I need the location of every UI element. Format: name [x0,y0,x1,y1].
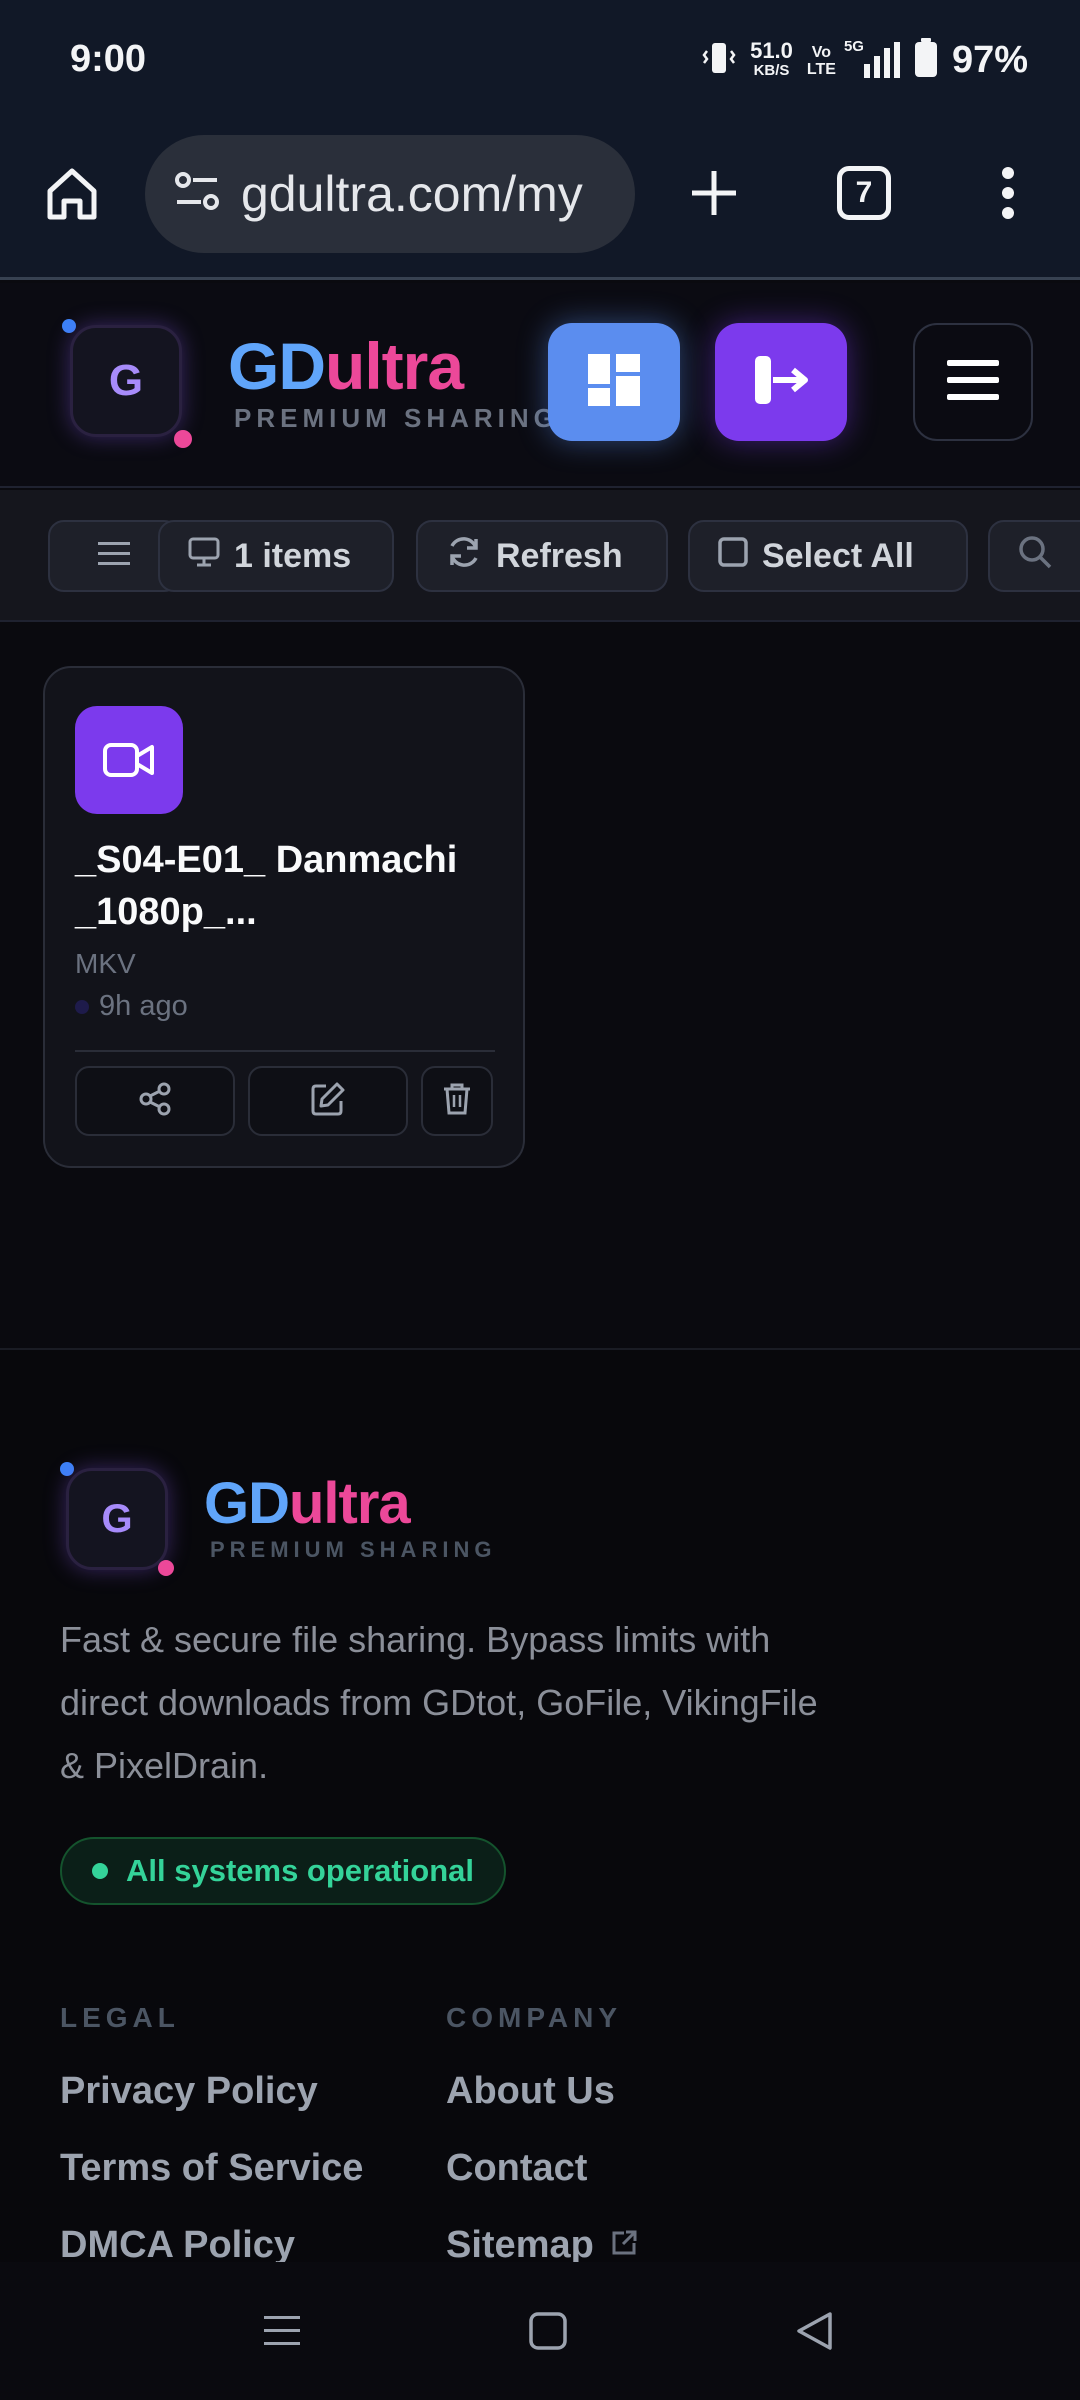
site-settings-icon[interactable] [173,170,221,219]
refresh-button[interactable]: Refresh [416,520,668,592]
refresh-label: Refresh [496,536,623,575]
volte-indicator: Vo LTE [807,44,836,78]
share-icon [138,1082,172,1121]
system-status-badge: All systems operational [60,1837,507,1905]
battery-icon [914,38,938,83]
dashboard-button[interactable] [548,323,680,441]
signal-icon: 5G [844,38,900,80]
file-toolbar: 1 items Refresh Select All [0,490,1080,622]
edit-button[interactable] [248,1066,408,1136]
status-time: 9:00 [70,38,147,80]
system-navigation-bar [0,2262,1080,2400]
dashboard-icon [586,352,642,413]
items-count-badge: 1 items [158,520,394,592]
monitor-icon [188,537,220,576]
footer-logo-dot-pink [158,1560,174,1576]
search-icon [1018,535,1052,578]
external-link-icon [610,2224,638,2267]
footer-description: Fast & secure file sharing. Bypass limit… [60,1619,818,1786]
refresh-icon [446,534,482,579]
logo-dot-blue [62,319,76,333]
system-status-label: All systems operational [126,1853,475,1888]
new-tab-icon[interactable] [676,155,752,231]
tab-switcher-button[interactable]: 7 [826,155,902,231]
video-file-icon [75,706,183,814]
terms-of-service-link[interactable]: Terms of Service [60,2147,363,2190]
sitemap-link[interactable]: Sitemap [446,2224,638,2267]
address-bar[interactable]: gdultra.com/my [145,135,635,253]
about-us-link[interactable]: About Us [446,2070,615,2113]
footer-brand-title: GDultra [204,1470,411,1537]
select-all-button[interactable]: Select All [688,520,968,592]
logo[interactable]: G [70,325,182,437]
file-status-dot [75,999,89,1014]
url-text: gdultra.com/my [241,166,583,222]
select-all-label: Select All [762,536,914,575]
network-speed-unit: KB/S [753,61,790,79]
volte-bottom: LTE [806,60,836,78]
logout-button[interactable] [715,323,847,441]
share-button[interactable] [75,1066,235,1136]
checkbox-icon [718,536,748,576]
home-icon[interactable] [34,155,110,231]
brand-gd: GD [228,329,326,403]
network-type: 5G [843,37,864,55]
list-icon [98,537,130,576]
search-input[interactable] [988,520,1080,592]
logo-letter: G [108,356,144,405]
browser-toolbar: gdultra.com/my 7 [0,125,1080,280]
trash-icon [442,1082,472,1121]
company-heading: COMPANY [446,2002,623,2033]
app-header: G GDultra PREMIUM SHARING [0,283,1080,488]
back-icon[interactable] [784,2306,844,2356]
footer-brand-subtitle: PREMIUM SHARING [210,1537,497,1562]
footer: G GDultra PREMIUM SHARING Fast & secure … [0,1348,1080,2400]
footer-logo-dot-blue [60,1462,74,1476]
logo-dot-pink [174,430,192,448]
contact-link[interactable]: Contact [446,2147,587,2190]
brand-subtitle: PREMIUM SHARING [234,403,559,433]
footer-brand-gd: GD [204,1471,290,1536]
card-divider [75,1050,495,1052]
home-nav-icon[interactable] [518,2306,578,2356]
edit-icon [310,1081,346,1122]
network-speed-value: 51.0 [750,37,793,63]
footer-brand-ultra: ultra [289,1471,411,1536]
volte-top: Vo [811,43,832,61]
tab-count: 7 [837,166,891,220]
footer-logo[interactable]: G [66,1468,168,1570]
brand-title: GDultra [228,328,464,404]
privacy-policy-link[interactable]: Privacy Policy [60,2070,318,2113]
status-bar: 9:00 51.0 KB/S Vo LTE 5G 97% [0,0,1080,125]
network-speed: 51.0 KB/S [750,37,793,81]
hamburger-icon [947,358,999,407]
sitemap-label: Sitemap [446,2224,594,2266]
dmca-policy-link[interactable]: DMCA Policy [60,2224,295,2267]
logout-icon [751,352,811,413]
file-time: 9h ago [75,990,188,1023]
delete-button[interactable] [421,1066,493,1136]
legal-heading: LEGAL [60,2002,180,2033]
status-indicators: 51.0 KB/S Vo LTE 5G 97% [702,38,1028,83]
file-name[interactable]: _S04-E01_ Danmachi _1080p_... [75,834,495,938]
status-dot [92,1863,108,1879]
file-time-label: 9h ago [99,990,188,1022]
footer-logo-letter: G [101,1496,133,1541]
battery-percent: 97% [951,39,1028,81]
items-count-label: 1 items [234,536,352,575]
file-card[interactable]: _S04-E01_ Danmachi _1080p_... MKV 9h ago [43,666,525,1168]
vibrate-icon [702,39,736,82]
file-type: MKV [75,948,136,979]
brand-ultra: ultra [325,329,464,403]
recent-apps-icon[interactable] [252,2306,312,2356]
menu-button[interactable] [913,323,1033,441]
more-options-icon[interactable] [970,155,1046,231]
